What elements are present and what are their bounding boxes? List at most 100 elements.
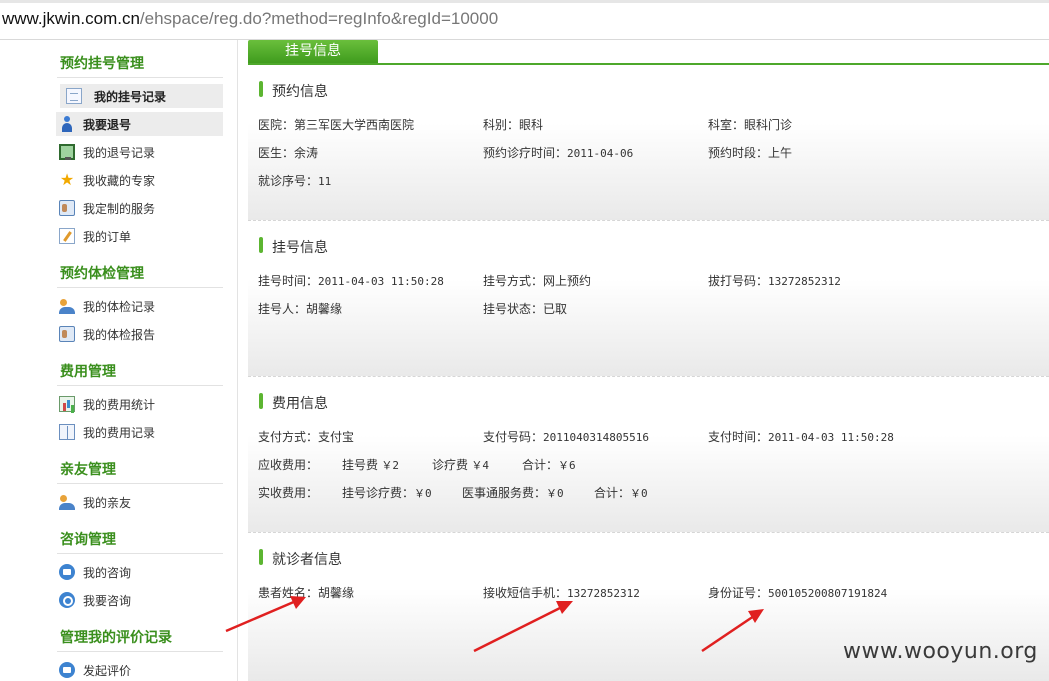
field-value: 500105200807191824 [768,587,888,600]
payment-method-field: 支付方式：支付宝 [258,430,355,444]
sidebar-item-label: 我的体检报告 [83,327,156,342]
doctor-field: 医生：余涛 [258,146,319,160]
sidebar-section-title: 费用管理 [60,364,116,380]
browser-tab-strip [0,0,1049,3]
field-label: 拔打号码： [708,274,769,288]
field-value: 2011-04-03 11:50:28 [768,431,894,444]
registration-time-field: 挂号时间：2011-04-03 11:50:28 [258,272,444,289]
people-icon [59,298,75,314]
divider [57,651,223,652]
chat-icon [59,662,75,678]
sidebar-item-label: 我的挂号记录 [94,89,167,104]
sidebar-item-cancel-registration[interactable]: 我要退号 [56,112,223,136]
section-marker [259,237,263,253]
registrant-field: 挂号人：胡馨缘 [258,302,343,316]
field-value: ￥0 [630,487,648,500]
url-field[interactable]: www.jkwin.com.cn/ehspace/reg.do?method=r… [2,9,498,29]
divider [57,553,223,554]
visit-date-field: 预约诊疗时间：2011-04-06 [483,144,633,161]
sidebar-item-label: 我的退号记录 [83,145,156,160]
sidebar-item-label: 我的费用记录 [83,425,156,440]
sidebar-item-start-review[interactable]: 发起评价 [56,658,223,681]
appointment-panel: 预约信息 医院：第三军医大学西南医院 科别：眼科 科室：眼科门诊 医生：余涛 预… [248,71,1049,221]
section-marker [259,549,263,565]
sidebar-item-label: 我的咨询 [83,565,132,580]
url-path: /ehspace/reg.do?method=regInfo&regId=100… [139,9,499,28]
star-icon: ★ [59,170,75,189]
sidebar-item-fee-stats[interactable]: 我的费用统计 [56,392,223,416]
registration-method-field: 挂号方式：网上预约 [483,274,592,288]
book-icon [59,424,75,440]
main-content: 挂号信息 预约信息 医院：第三军医大学西南医院 科别：眼科 科室：眼科门诊 医生… [248,40,1049,681]
field-value: 2011-04-03 11:50:28 [318,275,444,288]
sidebar-item-checkup-reports[interactable]: 我的体检报告 [56,322,223,346]
actual-total-field: 合计：￥0 [594,484,648,501]
payment-number-field: 支付号码：2011040314805516 [483,428,649,445]
id-card-icon [59,200,75,216]
sidebar-section-title: 管理我的评价记录 [60,630,172,646]
url-host: www.jkwin.com.cn [2,9,140,28]
sidebar-section-title: 亲友管理 [60,462,116,478]
divider [57,77,223,78]
payment-time-field: 支付时间：2011-04-03 11:50:28 [708,428,894,445]
section-title: 费用信息 [272,396,328,412]
queue-number-field: 就诊序号：11 [258,172,331,189]
time-slot-field: 预约时段：上午 [708,146,793,160]
sidebar-item-checkup-records[interactable]: 我的体检记录 [56,294,223,318]
hospital-field: 医院：第三军医大学西南医院 [258,118,415,132]
people-icon [59,494,75,510]
field-label: 医事通服务费： [462,486,547,500]
sidebar-item-my-consultations[interactable]: 我的咨询 [56,560,223,584]
browser-address-bar[interactable]: www.jkwin.com.cn/ehspace/reg.do?method=r… [0,0,1049,40]
receivable-total-field: 合计：￥6 [522,456,576,473]
field-value: 2011-04-06 [567,147,634,160]
id-card-icon [59,326,75,342]
sidebar-item-label: 我要咨询 [83,593,132,608]
department-field: 科别：眼科 [483,118,544,132]
section-title: 预约信息 [272,84,328,100]
chat-icon [59,564,75,580]
section-title: 就诊者信息 [272,552,342,568]
edit-icon [59,228,75,244]
field-label: 支付号码： [483,430,544,444]
field-value: 13272852312 [567,587,640,600]
receivable-label: 应收费用： [258,458,319,472]
field-label: 支付时间： [708,430,769,444]
sidebar-item-new-consultation[interactable]: 我要咨询 [56,588,223,612]
sidebar-item-fee-records[interactable]: 我的费用记录 [56,420,223,444]
person-icon [59,116,75,132]
field-label: 挂号诊疗费： [342,486,415,500]
tab-registration-info[interactable]: 挂号信息 [248,40,378,64]
field-label: 预约诊疗时间： [483,146,568,160]
field-value: ￥2 [381,459,399,472]
service-fee-field: 医事通服务费：￥0 [462,484,564,501]
sidebar-item-label: 我定制的服务 [83,201,156,216]
section-title: 挂号信息 [272,240,328,256]
sidebar-item-favorite-experts[interactable]: ★ 我收藏的专家 [56,168,223,192]
sidebar-section-title: 咨询管理 [60,532,116,548]
sidebar-item-my-orders[interactable]: 我的订单 [56,224,223,248]
diagnosis-fee-field: 诊疗费 ￥4 [432,456,489,473]
actual-label: 实收费用： [258,486,319,500]
patient-name-field: 患者姓名：胡馨缘 [258,586,355,600]
field-value: 2011040314805516 [543,431,649,444]
sidebar-section-title: 预约体检管理 [60,266,144,282]
field-label: 挂号时间： [258,274,319,288]
sidebar-item-label: 我收藏的专家 [83,173,156,188]
field-value: ￥6 [558,459,576,472]
clinic-field: 科室：眼科门诊 [708,118,793,132]
sidebar-item-label: 我的体检记录 [83,299,156,314]
field-label: 合计： [522,458,559,472]
sidebar-item-my-registrations[interactable]: 我的挂号记录 [60,84,223,108]
sidebar-section-title: 预约挂号管理 [60,56,144,72]
sidebar-item-my-relatives[interactable]: 我的亲友 [56,490,223,514]
field-label: 诊疗费 [432,458,472,472]
sidebar-item-cancel-records[interactable]: 我的退号记录 [56,140,223,164]
section-marker [259,81,263,97]
field-label: 合计： [594,486,631,500]
registration-status-field: 挂号状态：已取 [483,302,568,316]
field-value: ￥0 [414,487,432,500]
id-number-field: 身份证号：500105200807191824 [708,584,887,601]
sidebar-item-custom-services[interactable]: 我定制的服务 [56,196,223,220]
sidebar: 预约挂号管理 我的挂号记录 我要退号 我的退号记录 ★ 我收藏的专家 我定制的服… [0,40,238,681]
